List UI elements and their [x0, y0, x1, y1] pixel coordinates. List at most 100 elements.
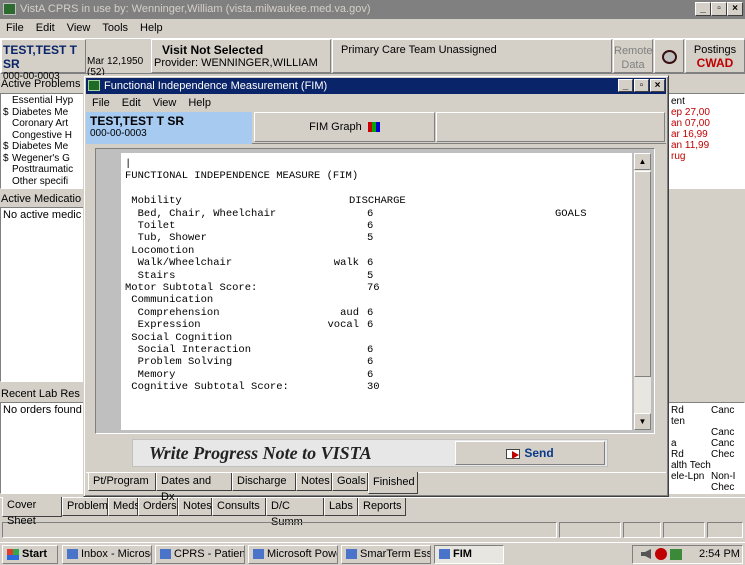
fim-tab-goals[interactable]: Goals — [332, 473, 368, 491]
order-row[interactable]: Canc — [671, 427, 744, 438]
menu-edit[interactable]: Edit — [36, 22, 55, 34]
main-tab-d-c-summ[interactable]: D/C Summ — [266, 498, 324, 528]
remote-data-button[interactable]: Remote Data — [613, 39, 653, 73]
fim-title-bar[interactable]: Functional Independence Measurement (FIM… — [86, 78, 666, 94]
active-problems-list[interactable]: Essential Hyp $ Diabetes Me Coronary Art Con… — [0, 93, 90, 189]
order-row[interactable]: ele-Lpn Non-I — [671, 471, 744, 482]
maximize-icon[interactable]: ▫ — [711, 2, 727, 16]
menu-file[interactable]: File — [6, 22, 24, 34]
reminder-item[interactable]: ep 27,00 — [671, 107, 744, 118]
reminder-item[interactable]: rug — [671, 151, 744, 162]
problem-text: Posttraumatic — [12, 164, 74, 175]
reminder-item[interactable]: ar 16,99 — [671, 129, 744, 140]
taskbar-item[interactable]: CPRS - Patient C... — [155, 545, 245, 564]
fim-close-icon[interactable]: × — [650, 79, 665, 92]
visit-button[interactable]: Visit Not Selected Provider: WENNINGER,W… — [151, 39, 331, 73]
recent-labs-empty-text: No orders found — [3, 404, 82, 416]
report-item-label: Social Cognition — [125, 331, 233, 344]
problem-item[interactable]: $ Diabetes Me — [3, 107, 89, 119]
fim-report-text[interactable]: | FUNCTIONAL INDEPENDENCE MEASURE (FIM) … — [121, 153, 632, 430]
fim-minimize-icon[interactable]: _ — [618, 79, 633, 92]
report-item-mode: vocal — [327, 319, 359, 332]
main-title-bar[interactable]: VistA CPRS in use by: Wenninger,William … — [0, 0, 745, 19]
main-tab-meds[interactable]: Meds — [108, 498, 140, 516]
fim-menu-help[interactable]: Help — [188, 97, 211, 109]
problem-item[interactable]: Congestive H — [3, 130, 89, 142]
patient-info-button[interactable]: TEST,TEST T SR 000-00-0003 — [1, 39, 86, 82]
fim-report-scrollbar[interactable]: ▲ ▼ — [634, 153, 651, 430]
taskbar-item[interactable]: Inbox - Microsoft... — [62, 545, 152, 564]
menu-tools[interactable]: Tools — [102, 22, 128, 34]
taskbar-item[interactable]: FIM — [434, 545, 504, 564]
report-item-value: 6 — [367, 306, 374, 319]
problem-item[interactable]: $ Diabetes Me — [3, 141, 89, 153]
problem-text: Wegener's G — [12, 152, 70, 164]
start-button[interactable]: Start — [2, 545, 58, 564]
problem-item[interactable]: $ Wegener's G — [3, 153, 89, 165]
reminder-item[interactable]: ent — [671, 96, 744, 107]
main-tab-consults[interactable]: Consults — [212, 498, 266, 516]
order-row[interactable]: alth Tech — [671, 460, 744, 471]
clock: 2:54 PM — [699, 548, 740, 560]
problem-item[interactable]: Essential Hyp — [3, 95, 89, 107]
order-status: Rd — [671, 449, 684, 460]
order-row[interactable]: ten — [671, 416, 744, 427]
report-line: Tub, Shower 5 — [125, 232, 632, 244]
primary-care-team[interactable]: Primary Care Team Unassigned — [332, 39, 612, 73]
report-item-value: 6 — [367, 207, 374, 220]
send-button[interactable]: Send — [455, 441, 605, 465]
status-pane-3 — [623, 522, 661, 538]
problem-item[interactable]: Coronary Art — [3, 118, 89, 130]
order-row[interactable]: a Canc — [671, 438, 744, 449]
reminder-item[interactable]: an 07,00 — [671, 118, 744, 129]
menu-view[interactable]: View — [67, 22, 91, 34]
main-tab-labs[interactable]: Labs — [324, 498, 358, 516]
order-row[interactable]: Chec — [671, 482, 744, 493]
problem-item[interactable]: Other specifi — [3, 176, 89, 188]
fim-tab-discharge[interactable]: Discharge — [232, 473, 296, 491]
report-line: Mobility — [125, 195, 632, 207]
fim-tab-finished[interactable]: Finished — [368, 472, 418, 494]
fim-menu-view[interactable]: View — [153, 97, 177, 109]
fim-menu-edit[interactable]: Edit — [122, 97, 141, 109]
report-line: Motor Subtotal Score: 76 — [125, 282, 632, 294]
fim-tab-notes[interactable]: Notes — [296, 473, 332, 491]
scroll-thumb[interactable] — [634, 171, 651, 377]
fim-window: Functional Independence Measurement (FIM… — [83, 75, 669, 503]
fim-tab-pt-program[interactable]: Pt/Program — [88, 473, 156, 491]
scroll-down-icon[interactable]: ▼ — [634, 413, 651, 430]
report-line: Problem Solving 6 — [125, 356, 632, 368]
reminder-item[interactable]: an 11,99 — [671, 140, 744, 151]
close-icon[interactable]: × — [727, 2, 743, 16]
scroll-up-icon[interactable]: ▲ — [634, 153, 651, 170]
postings-button[interactable]: Postings CWAD — [685, 39, 745, 73]
fim-tab-dates-and-dx[interactable]: Dates and Dx — [156, 473, 232, 503]
recent-labs-list[interactable]: No orders found — [0, 402, 90, 494]
fim-graph-button[interactable]: FIM Graph — [254, 112, 435, 142]
order-row[interactable]: Rd Canc — [671, 405, 744, 416]
fim-patient-name: TEST,TEST T SR — [90, 114, 185, 128]
right-reminders-list[interactable]: ent ep 27,00 an 07,00 ar 16,99 an 11,99 rug — [668, 93, 745, 189]
taskbar-item[interactable]: SmarTerm Essent... — [341, 545, 431, 564]
main-tab-cover-sheet[interactable]: Cover Sheet — [2, 497, 62, 527]
problem-text: Diabetes Me — [12, 141, 69, 152]
minimize-icon[interactable]: _ — [695, 2, 711, 16]
main-tab-notes[interactable]: Notes — [178, 498, 212, 516]
menu-help[interactable]: Help — [140, 22, 163, 34]
main-window-title: VistA CPRS in use by: Wenninger,William … — [20, 3, 371, 15]
vitals-button[interactable] — [654, 39, 684, 73]
fim-maximize-icon[interactable]: ▫ — [634, 79, 649, 92]
problem-flag: $ — [3, 141, 9, 152]
active-medications-list[interactable]: No active medic — [0, 207, 90, 382]
problem-flag: $ — [3, 152, 9, 164]
fim-patient-box[interactable]: TEST,TEST T SR 000-00-0003 — [86, 112, 252, 144]
right-orders-list[interactable]: Rd Canc ten Canc a Canc Rd Chec alth Tech ele-Lpn… — [668, 402, 745, 494]
main-tab-problems[interactable]: Problems — [62, 498, 113, 516]
taskbar-item[interactable]: Microsoft PowerP... — [248, 545, 338, 564]
fim-menu-file[interactable]: File — [92, 97, 110, 109]
problem-item[interactable]: Posttraumatic — [3, 164, 89, 176]
order-status: a — [671, 438, 677, 449]
report-item-value: 6 — [367, 368, 374, 381]
order-row[interactable]: Rd Chec — [671, 449, 744, 460]
main-tab-reports[interactable]: Reports — [358, 498, 406, 516]
